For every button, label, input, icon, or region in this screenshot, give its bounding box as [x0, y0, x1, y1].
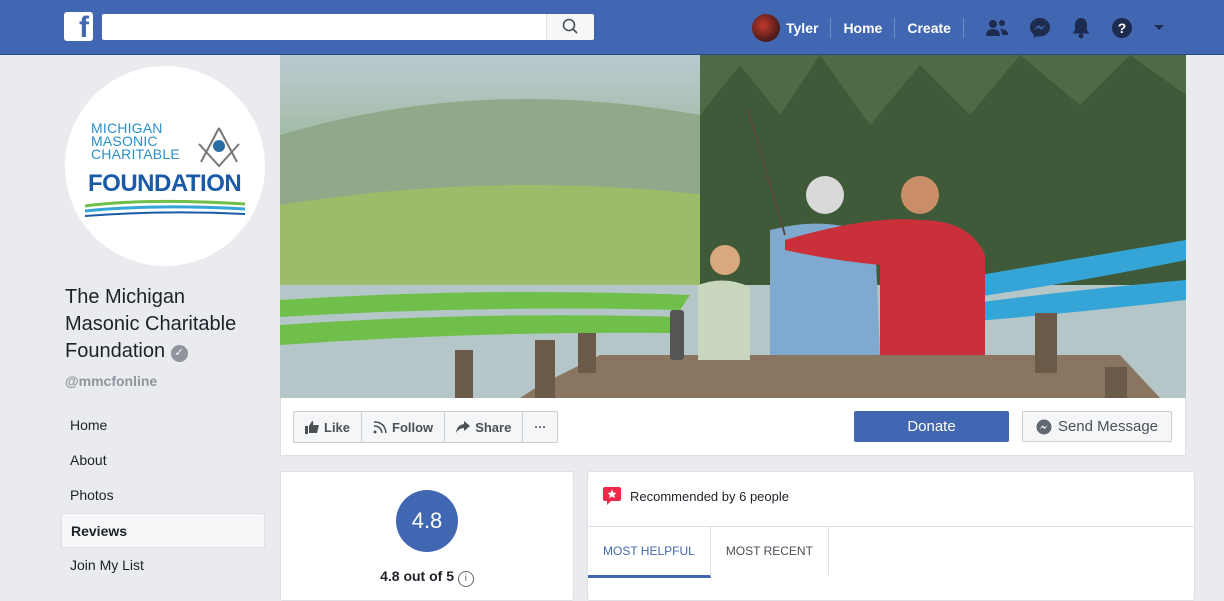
- top-nav: Tyler Home Create: [752, 0, 976, 55]
- sidebar-item-home[interactable]: Home: [61, 408, 265, 443]
- svg-text:?: ?: [1118, 20, 1127, 36]
- share-label: Share: [475, 419, 512, 435]
- cover-photo[interactable]: [280, 55, 1186, 398]
- search-input[interactable]: [102, 14, 546, 40]
- page-action-bar: Like Follow Share ··· Donate Send Messag…: [280, 398, 1186, 456]
- logo-text: MICHIGAN MASONIC CHARITABLE: [91, 120, 180, 162]
- sidebar-item-join-my-list[interactable]: Join My List: [61, 548, 265, 583]
- more-label: ···: [534, 420, 547, 434]
- recommendation-star-icon: [603, 487, 621, 505]
- logo-foundation-text: FOUNDATION: [88, 170, 242, 197]
- rating-summary-card: 4.8 4.8 out of 5 i: [280, 471, 574, 601]
- rss-follow-icon: [373, 420, 387, 433]
- caret-down-icon[interactable]: [1153, 24, 1165, 32]
- follow-label: Follow: [392, 419, 434, 435]
- review-sort-tabs: MOST HELPFUL MOST RECENT: [588, 527, 829, 578]
- home-link[interactable]: Home: [843, 20, 882, 36]
- recommendations-card: Recommended by 6 people MOST HELPFUL MOS…: [587, 471, 1195, 601]
- sidebar-item-photos[interactable]: Photos: [61, 478, 265, 513]
- nav-icons: ?: [985, 0, 1185, 55]
- sidebar-item-reviews[interactable]: Reviews: [61, 513, 265, 548]
- verified-badge-icon: ✓: [170, 345, 188, 362]
- recommendations-header-text: Recommended by 6 people: [630, 488, 789, 504]
- rating-summary: 4.8 out of 5 i: [281, 568, 573, 587]
- messenger-icon[interactable]: [1029, 17, 1051, 39]
- friends-icon[interactable]: [985, 18, 1009, 38]
- sidebar-item-about[interactable]: About: [61, 443, 265, 478]
- page-actions-group: Like Follow Share ···: [293, 411, 559, 443]
- messenger-icon: [1036, 419, 1052, 434]
- masonic-compass-icon: [198, 127, 240, 168]
- page-title[interactable]: The Michigan Masonic Charitable Foundati…: [65, 284, 265, 365]
- follow-button[interactable]: Follow: [362, 412, 446, 442]
- donate-button[interactable]: Donate: [854, 411, 1009, 442]
- info-icon[interactable]: i: [457, 571, 474, 587]
- help-icon[interactable]: ?: [1111, 17, 1133, 39]
- share-arrow-icon: [456, 421, 471, 433]
- profile-link[interactable]: Tyler: [786, 20, 818, 36]
- nav-divider: [962, 17, 964, 38]
- page-handle[interactable]: @mmcfonline: [65, 373, 157, 389]
- thumbs-up-icon: [305, 420, 319, 434]
- facebook-logo-icon[interactable]: f: [64, 12, 93, 43]
- search-button[interactable]: [546, 14, 594, 40]
- bell-icon[interactable]: [1071, 17, 1091, 39]
- more-options-button[interactable]: ···: [523, 412, 557, 442]
- page-sidebar-nav: Home About Photos Reviews Join My List: [61, 408, 265, 583]
- profile-picture[interactable]: MICHIGAN MASONIC CHARITABLE FOUNDATION: [65, 66, 265, 266]
- tab-most-recent[interactable]: MOST RECENT: [711, 527, 829, 575]
- top-bar: f Tyler Home Create ?: [0, 0, 1224, 55]
- send-message-button[interactable]: Send Message: [1022, 411, 1172, 442]
- recommendations-header: Recommended by 6 people: [602, 486, 789, 506]
- like-label: Like: [324, 419, 351, 435]
- nav-divider: [894, 17, 896, 38]
- tab-most-helpful[interactable]: MOST HELPFUL: [588, 527, 711, 578]
- send-message-label: Send Message: [1057, 418, 1159, 435]
- search-icon: [562, 18, 578, 34]
- share-button[interactable]: Share: [445, 412, 524, 442]
- avatar[interactable]: [752, 13, 780, 42]
- wave-graphic: [85, 199, 245, 217]
- rating-summary-text: 4.8 out of 5: [380, 568, 454, 584]
- cover-photo-image: [280, 55, 1186, 398]
- like-button[interactable]: Like: [294, 412, 363, 442]
- rating-score-badge: 4.8: [396, 490, 458, 552]
- nav-divider: [830, 17, 832, 38]
- create-link[interactable]: Create: [907, 20, 951, 36]
